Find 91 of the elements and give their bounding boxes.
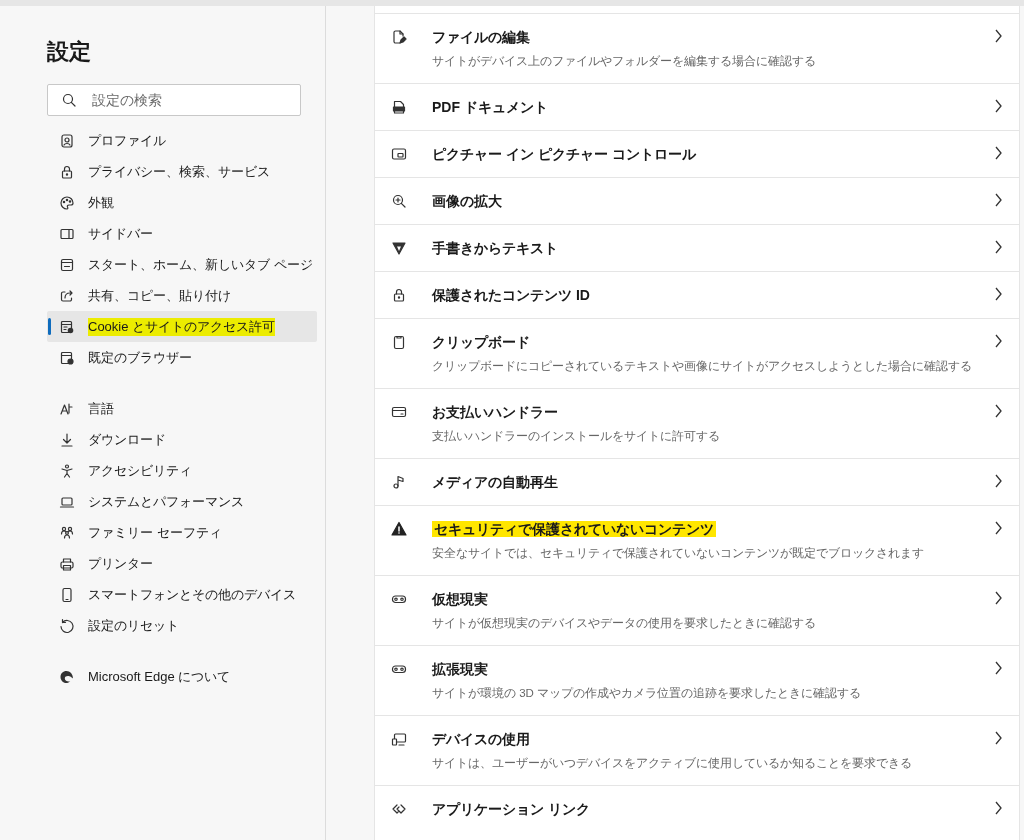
permission-description: サイトがデバイス上のファイルやフォルダーを編集する場合に確認する [432, 54, 817, 68]
sidebar-item[interactable]: システムとパフォーマンス [47, 486, 317, 517]
permission-description: サイトが環境の 3D マップの作成やカメラ位置の追跡を要求したときに確認する [432, 686, 863, 700]
family-icon [59, 524, 75, 541]
phone-icon [59, 586, 75, 603]
printer-icon [59, 555, 75, 572]
warning-icon [391, 521, 407, 537]
permission-title: アプリケーション リンク [432, 801, 590, 817]
chevron-icon [993, 192, 1003, 208]
permission-row[interactable]: アプリケーション リンク [375, 785, 1019, 832]
sidebar-item[interactable]: アクセシビリティ [47, 455, 317, 486]
chevron-icon [993, 590, 1003, 606]
chevron-icon [993, 800, 1003, 816]
accessibility-icon [59, 462, 75, 479]
permission-row[interactable]: 拡張現実 サイトが環境の 3D マップの作成やカメラ位置の追跡を要求したときに確認する [375, 645, 1019, 715]
permission-title: 仮想現実 [432, 591, 488, 607]
sidebar-item[interactable]: プリンター [47, 548, 317, 579]
clipboard-icon [391, 334, 407, 350]
reset-icon [59, 617, 75, 634]
permission-title: メディアの自動再生 [432, 474, 558, 490]
sidebar-item[interactable]: 共有、コピー、貼り付け [47, 280, 317, 311]
permission-title: お支払いハンドラー [432, 404, 558, 420]
sidebar-item[interactable]: 設定のリセット [47, 610, 317, 641]
sidebar-item[interactable]: ダウンロード [47, 424, 317, 455]
card-icon [391, 404, 407, 420]
chevron-icon [993, 730, 1003, 746]
window-icon [59, 256, 75, 273]
permission-row[interactable]: メディアの自動再生 [375, 458, 1019, 505]
zoom-in-icon [391, 193, 407, 209]
chevron-icon [993, 145, 1003, 161]
sidebar-item[interactable]: プライバシー、検索、サービス [47, 156, 317, 187]
permission-description: サイトが仮想現実のデバイスやデータの使用を要求したときに確認する [432, 616, 817, 630]
music-note-icon [391, 474, 407, 490]
picture-in-picture-icon [391, 146, 407, 162]
lock-icon [391, 287, 407, 303]
chevron-icon [993, 28, 1003, 44]
chevron-icon [993, 333, 1003, 349]
sidebar-item[interactable]: Cookie とサイトのアクセス許可 [47, 311, 317, 342]
sidebar-item[interactable]: 既定のブラウザー [47, 342, 317, 373]
permission-title: ファイルの編集 [432, 29, 530, 45]
permission-row[interactable]: ピクチャー イン ピクチャー コントロール [375, 130, 1019, 177]
permission-description: 支払いハンドラーのインストールをサイトに許可する [432, 429, 721, 443]
profile-icon [59, 132, 75, 149]
chevron-icon [993, 473, 1003, 489]
sidebar-item[interactable]: プロファイル [47, 125, 317, 156]
search-icon [61, 92, 77, 108]
cookie-settings-icon [59, 318, 75, 335]
permission-row[interactable]: PDF ドキュメント [375, 83, 1019, 130]
permission-description: サイトは、ユーザーがいつデバイスをアクティブに使用しているか知ることを要求できる [432, 756, 913, 770]
permission-row[interactable]: 手書きからテキスト [375, 224, 1019, 271]
permission-title: セキュリティで保護されていないコンテンツ [432, 521, 716, 537]
edge-logo-icon [59, 668, 75, 685]
permission-title: デバイスの使用 [432, 731, 530, 747]
permission-description: クリップボードにコピーされているテキストや画像にサイトがアクセスしようとした場合に確認する [432, 359, 973, 373]
search-field[interactable]: 設定の検索 [47, 84, 301, 116]
permission-title: クリップボード [432, 334, 530, 350]
permission-row[interactable]: 仮想現実 サイトが仮想現実のデバイスやデータの使用を要求したときに確認する [375, 575, 1019, 645]
chevron-icon [993, 98, 1003, 114]
lock-icon [59, 163, 75, 180]
monitor-icon [391, 731, 407, 747]
permission-row[interactable]: セキュリティで保護されていないコンテンツ 安全なサイトでは、セキュリティで保護されていないコンテンツが既定でブロックされます [375, 505, 1019, 575]
permission-row[interactable]: お支払いハンドラー 支払いハンドラーのインストールをサイトに許可する [375, 388, 1019, 458]
chevron-icon [993, 403, 1003, 419]
sidebar-item[interactable]: 言語 [47, 393, 317, 424]
permission-title: 保護されたコンテンツ ID [432, 287, 590, 303]
settings-title: 設定 [47, 38, 92, 66]
sidebar-item[interactable]: スタート、ホーム、新しいタブ ページ [47, 249, 317, 280]
palette-icon [59, 194, 75, 211]
sidebar-item[interactable]: 外観 [47, 187, 317, 218]
download-icon [59, 431, 75, 448]
chevron-icon [993, 520, 1003, 536]
sidebar-item[interactable]: Microsoft Edge について [47, 661, 317, 692]
permission-row[interactable]: ファイルの編集 サイトがデバイス上のファイルやフォルダーを編集する場合に確認する [375, 13, 1019, 83]
browser-icon [59, 349, 75, 366]
sidebar-item[interactable]: スマートフォンとその他のデバイス [47, 579, 317, 610]
chevron-icon [993, 286, 1003, 302]
permission-title: 手書きからテキスト [432, 240, 558, 256]
sidebar-item[interactable]: ファミリー セーフティ [47, 517, 317, 548]
permission-row[interactable]: 画像の拡大 [375, 177, 1019, 224]
permission-description: 安全なサイトでは、セキュリティで保護されていないコンテンツが既定でブロックされます [432, 546, 925, 560]
permission-row[interactable]: デバイスの使用 サイトは、ユーザーがいつデバイスをアクティブに使用しているか知ることを要求できる [375, 715, 1019, 785]
permission-title: PDF ドキュメント [432, 99, 548, 115]
permission-title: 拡張現実 [432, 661, 488, 677]
permission-row[interactable]: クリップボード クリップボードにコピーされているテキストや画像にサイトがアクセスしようとした場合に確認する [375, 318, 1019, 388]
permission-title: 画像の拡大 [432, 193, 502, 209]
file-edit-icon [391, 29, 407, 45]
permission-title: ピクチャー イン ピクチャー コントロール [432, 146, 696, 162]
chevron-icon [993, 660, 1003, 676]
sidebar-item[interactable]: サイドバー [47, 218, 317, 249]
chevron-icon [993, 239, 1003, 255]
permission-row[interactable]: 保護されたコンテンツ ID [375, 271, 1019, 318]
